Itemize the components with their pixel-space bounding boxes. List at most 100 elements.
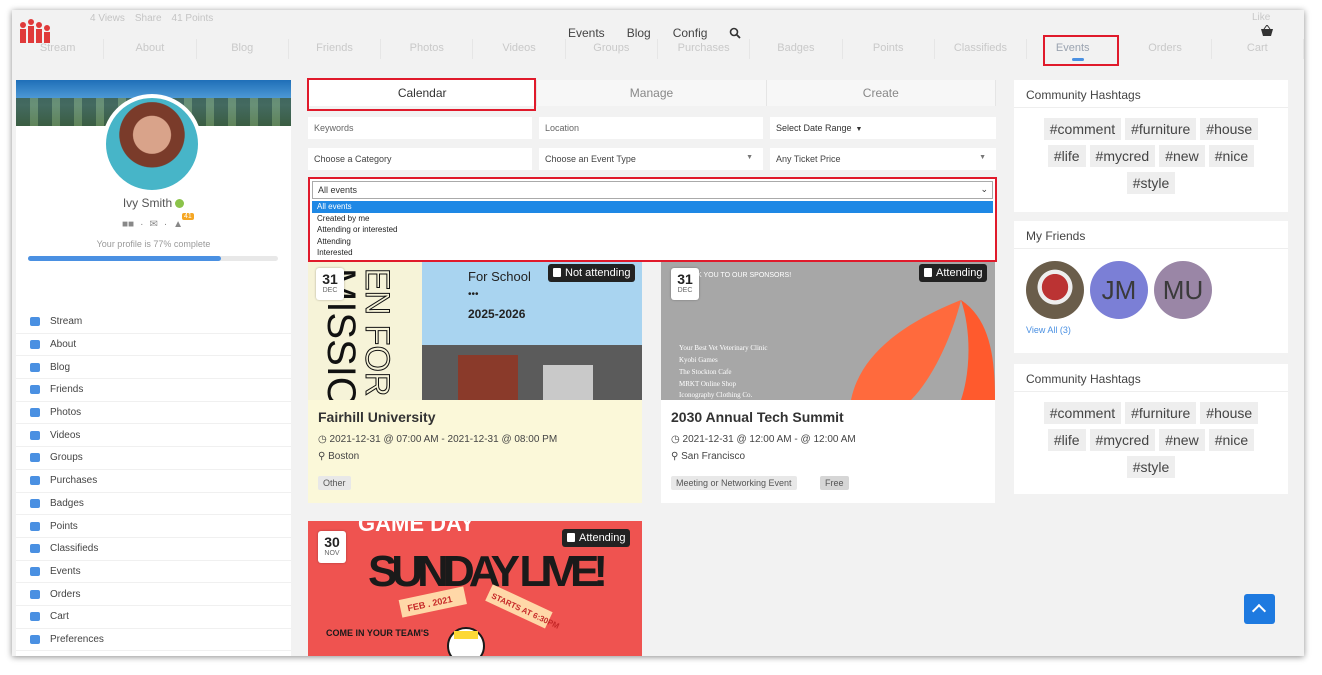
sidebar-item-label: About <box>50 339 77 351</box>
attendance-status-badge[interactable]: Attending <box>919 264 988 282</box>
cart-icon <box>30 612 40 622</box>
search-icon[interactable] <box>729 27 742 39</box>
ghost-nav-cart[interactable]: Cart <box>1212 39 1304 59</box>
hashtag[interactable]: #furniture <box>1125 118 1197 140</box>
ghost-nav-groups[interactable]: Groups <box>566 39 658 59</box>
friends-icon[interactable]: ■■ <box>122 219 134 230</box>
like-label[interactable]: Like <box>1252 12 1270 23</box>
ghost-nav-blog[interactable]: Blog <box>197 39 289 59</box>
share-link[interactable]: Share <box>135 13 162 24</box>
option-created-by-me[interactable]: Created by me <box>312 213 993 225</box>
hashtag[interactable]: #furniture <box>1125 402 1197 424</box>
views-count: 4 Views <box>90 13 125 24</box>
event-card-game-day[interactable]: GAME DAY SUNDAY LIVE! FEB . 2021 STARTS … <box>308 521 642 656</box>
option-attending-or-interested[interactable]: Attending or interested <box>312 224 993 236</box>
hashtag[interactable]: #new <box>1159 145 1205 167</box>
ghost-nav-videos[interactable]: Videos <box>473 39 566 59</box>
hashtag[interactable]: #comment <box>1043 402 1122 424</box>
friend-initials: MU <box>1162 274 1204 305</box>
friend-avatar[interactable]: JM <box>1090 261 1148 319</box>
sidebar-item-blog[interactable]: Blog <box>16 356 291 380</box>
date-range-select[interactable]: Select Date Range ▼ <box>770 117 996 139</box>
sidebar-item-preferences[interactable]: Preferences <box>16 629 291 652</box>
ghost-nav-badges[interactable]: Badges <box>750 39 843 59</box>
event-card-tech-summit[interactable]: K YOU TO OUR SPONSORS! Your Best Vet Vet… <box>661 260 995 503</box>
option-interested[interactable]: Interested <box>312 247 993 259</box>
hashtag[interactable]: #mycred <box>1089 145 1156 167</box>
friend-avatar[interactable] <box>1026 261 1084 319</box>
hashtag[interactable]: #house <box>1200 402 1259 424</box>
attendance-status-label: Attending <box>936 267 983 279</box>
event-day: 31 <box>677 271 693 287</box>
hashtag[interactable]: #life <box>1047 145 1086 167</box>
nav-events[interactable]: Events <box>568 26 605 40</box>
hashtag[interactable]: #house <box>1200 118 1259 140</box>
hashtag[interactable]: #new <box>1159 429 1205 451</box>
event-filter-select[interactable]: All events ⌄ <box>312 181 993 199</box>
sidebar-item-groups[interactable]: Groups <box>16 447 291 470</box>
event-title[interactable]: Fairhill University <box>318 409 435 425</box>
event-image-text: SUNDAY LIVE! <box>368 547 608 596</box>
attendance-status-label: Not attending <box>565 267 631 279</box>
ghost-nav-classifieds[interactable]: Classifieds <box>935 39 1028 59</box>
bell-icon[interactable]: ▲ <box>173 219 183 230</box>
attendance-status-badge[interactable]: Not attending <box>548 264 636 282</box>
option-all-events[interactable]: All events <box>312 201 993 213</box>
event-tag[interactable]: Other <box>318 476 351 490</box>
hashtag[interactable]: #comment <box>1043 118 1122 140</box>
svg-text:•••: ••• <box>468 289 479 300</box>
ticket-price-select[interactable]: Any Ticket Price ▼ <box>770 148 996 170</box>
sidebar-item-friends[interactable]: Friends <box>16 379 291 402</box>
sidebar-item-points[interactable]: Points <box>16 515 291 538</box>
hashtag[interactable]: #mycred <box>1089 429 1156 451</box>
event-card-fairhill[interactable]: MISSION EN FOR For School ••• 2025-2026 … <box>308 260 642 503</box>
tab-manage[interactable]: Manage <box>537 80 767 106</box>
ghost-nav-photos[interactable]: Photos <box>381 39 474 59</box>
ghost-nav-friends[interactable]: Friends <box>289 39 382 59</box>
category-select[interactable]: Choose a Category <box>308 148 532 170</box>
tab-create[interactable]: Create <box>767 80 996 106</box>
calendar-check-icon <box>567 533 575 542</box>
sidebar-item-label: Purchases <box>50 475 98 487</box>
sidebar-item-badges[interactable]: Badges <box>16 493 291 516</box>
sidebar-item-purchases[interactable]: Purchases <box>16 470 291 493</box>
sidebar-item-videos[interactable]: Videos <box>16 424 291 448</box>
sidebar-item-classifieds[interactable]: Classifieds <box>16 538 291 561</box>
nav-config[interactable]: Config <box>673 26 708 40</box>
event-type-select[interactable]: Choose an Event Type ▼ <box>539 148 763 170</box>
profile-name[interactable]: Ivy Smith <box>123 196 172 210</box>
hashtag[interactable]: #style <box>1126 172 1176 194</box>
hashtag[interactable]: #style <box>1126 456 1176 478</box>
sidebar-item-events[interactable]: Events <box>16 561 291 584</box>
ghost-nav-stream[interactable]: Stream <box>12 39 105 59</box>
sidebar-item-photos[interactable]: Photos <box>16 402 291 425</box>
ghost-nav-points[interactable]: Points <box>843 39 935 59</box>
location-input[interactable]: Location <box>539 117 763 139</box>
hashtag[interactable]: #nice <box>1208 145 1255 167</box>
ghost-nav-orders[interactable]: Orders <box>1119 39 1212 59</box>
event-price-tag[interactable]: Free <box>820 476 849 490</box>
sidebar-item-orders[interactable]: Orders <box>16 583 291 606</box>
friend-avatar[interactable]: MU <box>1154 261 1212 319</box>
ghost-nav-about[interactable]: About <box>104 39 197 59</box>
sidebar-item-stream[interactable]: Stream <box>16 311 291 334</box>
hashtag[interactable]: #life <box>1047 429 1086 451</box>
mail-icon[interactable]: ✉ <box>149 219 157 230</box>
view-all-friends-link[interactable]: View All (3) <box>1014 325 1288 335</box>
option-attending[interactable]: Attending <box>312 236 993 248</box>
keywords-input[interactable]: Keywords <box>308 117 532 139</box>
basket-icon[interactable] <box>1260 25 1274 37</box>
event-tag[interactable]: Meeting or Networking Event <box>671 476 797 490</box>
sidebar-item-cart[interactable]: Cart <box>16 606 291 629</box>
hashtag[interactable]: #nice <box>1208 429 1255 451</box>
scroll-to-top-button[interactable] <box>1244 594 1275 624</box>
hashtag-list: #comment #furniture #house #life #mycred… <box>1014 392 1288 488</box>
attendance-status-badge[interactable]: Attending <box>562 529 631 547</box>
ghost-nav-purchases[interactable]: Purchases <box>658 39 751 59</box>
avatar[interactable] <box>102 94 202 194</box>
event-title[interactable]: 2030 Annual Tech Summit <box>671 409 844 425</box>
groups-icon <box>30 453 40 463</box>
nav-blog[interactable]: Blog <box>627 26 651 40</box>
caret-down-icon: ▼ <box>746 154 753 161</box>
sidebar-item-about[interactable]: About <box>16 334 291 357</box>
